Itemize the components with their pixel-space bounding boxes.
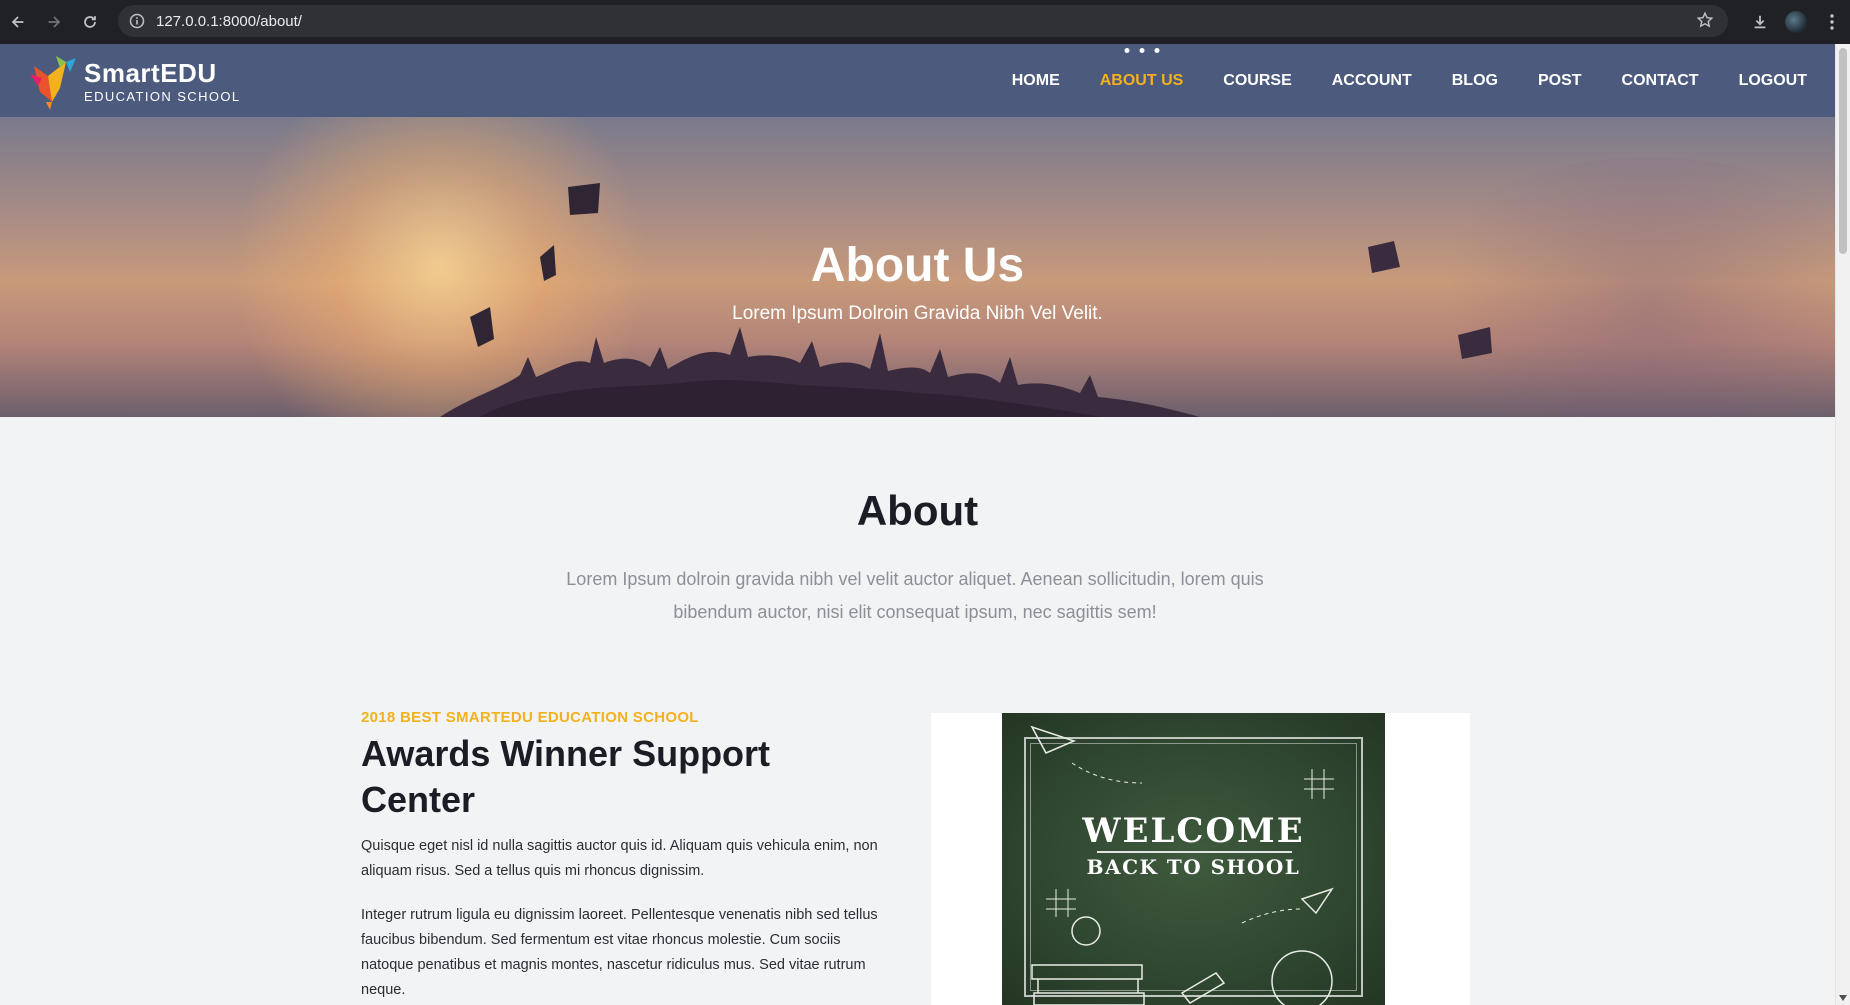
back-arrow-icon[interactable] — [0, 4, 36, 40]
nav-contact[interactable]: CONTACT — [1622, 72, 1699, 90]
menu-kebab-icon[interactable] — [1814, 4, 1850, 40]
site-logo[interactable]: SmartEDU EDUCATION SCHOOL — [26, 52, 241, 110]
nav-home[interactable]: HOME — [1012, 72, 1060, 90]
download-icon[interactable] — [1742, 4, 1778, 40]
award-heading: Awards Winner Support Center — [361, 733, 771, 820]
main-nav: HOME ABOUT US COURSE ACCOUNT BLOG POST C… — [972, 44, 1807, 117]
profile-avatar[interactable] — [1778, 4, 1814, 40]
logo-bird-icon — [30, 56, 76, 110]
image-welcome-text: WELCOME — [1082, 811, 1305, 851]
logo-title: SmartEDU — [84, 57, 217, 88]
site-header: SmartEDU EDUCATION SCHOOL HOME ABOUT US … — [0, 44, 1835, 117]
forward-arrow-icon[interactable] — [36, 4, 72, 40]
nav-about-us[interactable]: ABOUT US — [1099, 47, 1184, 90]
page-scrollbar[interactable] — [1835, 44, 1850, 1005]
bookmark-star-icon[interactable] — [1696, 11, 1714, 34]
about-title: About — [856, 487, 979, 534]
nav-about-us-label: ABOUT US — [1099, 71, 1184, 89]
chalkboard-image: WELCOME BACK TO SHOOL — [1002, 713, 1385, 1005]
nav-post[interactable]: POST — [1538, 72, 1582, 90]
scrollbar-thumb[interactable] — [1839, 48, 1847, 254]
active-indicator-dots — [1119, 47, 1164, 53]
nav-logout[interactable]: LOGOUT — [1739, 72, 1807, 90]
hero-subtitle: Lorem Ipsum Dolroin Gravida Nibh Vel Vel… — [732, 303, 1103, 324]
site-info-icon[interactable] — [122, 13, 152, 29]
address-bar[interactable]: 127.0.0.1:8000/about/ — [118, 5, 1728, 37]
browser-toolbar: 127.0.0.1:8000/about/ — [0, 0, 1850, 44]
scroll-down-arrow-icon[interactable] — [1839, 995, 1847, 1001]
award-tagline: 2018 BEST SMARTEDU EDUCATION SCHOOL — [361, 709, 699, 726]
award-paragraph-1: Quisque eget nisl id nulla sagittis auct… — [361, 838, 878, 879]
image-back-to-school-text: BACK TO SHOOL — [1086, 855, 1301, 879]
about-description: Lorem Ipsum dolroin gravida nibh vel vel… — [566, 569, 1264, 622]
logo-subtitle: EDUCATION SCHOOL — [84, 88, 241, 104]
nav-blog[interactable]: BLOG — [1452, 72, 1498, 90]
about-image-panel: WELCOME BACK TO SHOOL — [931, 713, 1470, 1005]
url-text[interactable]: 127.0.0.1:8000/about/ — [156, 13, 302, 30]
reload-icon[interactable] — [72, 4, 108, 40]
nav-account[interactable]: ACCOUNT — [1332, 72, 1412, 90]
award-paragraph-2: Integer rutrum ligula eu dignissim laore… — [361, 907, 878, 998]
hero-title: About Us — [810, 239, 1025, 292]
hero-banner: About Us Lorem Ipsum Dolroin Gravida Nib… — [0, 117, 1835, 417]
nav-course[interactable]: COURSE — [1223, 72, 1291, 90]
